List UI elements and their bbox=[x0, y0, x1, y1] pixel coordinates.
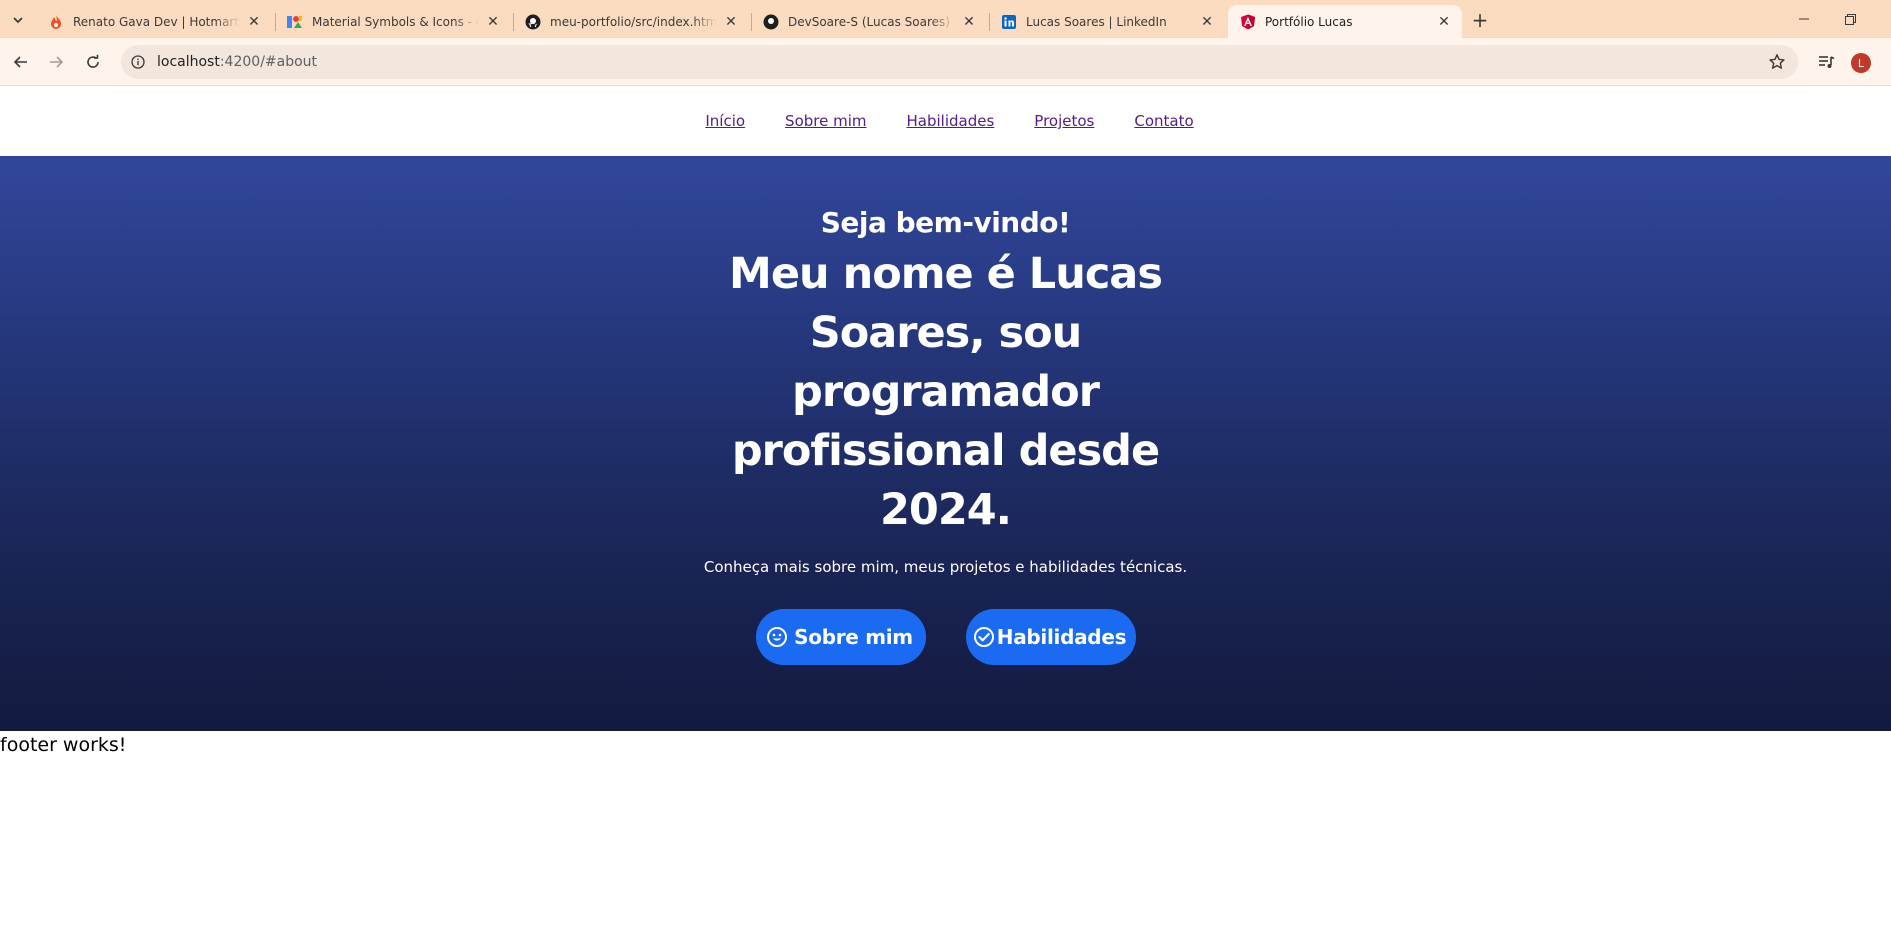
sobre-mim-button[interactable]: Sobre mim bbox=[755, 609, 926, 665]
media-controls-icon[interactable] bbox=[1815, 50, 1839, 74]
bookmark-star-icon[interactable] bbox=[1768, 53, 1786, 71]
tab-close-icon[interactable]: ✕ bbox=[1199, 14, 1215, 30]
reload-icon[interactable] bbox=[81, 50, 105, 74]
angular-icon bbox=[1240, 14, 1256, 30]
forward-arrow-icon[interactable] bbox=[44, 50, 68, 74]
nav-link-habilidades[interactable]: Habilidades bbox=[907, 112, 995, 130]
tab-strip: Renato Gava Dev | Hotmart Club ✕ Materia… bbox=[0, 0, 1891, 38]
url-host: localhost bbox=[157, 54, 220, 70]
browser-toolbar: localhost:4200/#about L bbox=[0, 38, 1891, 86]
github-icon bbox=[763, 14, 779, 30]
hero-section: Seja bem-vindo! Meu nome é Lucas Soares,… bbox=[0, 156, 1891, 731]
hero-welcome: Seja bem-vindo! bbox=[820, 206, 1071, 239]
back-arrow-icon[interactable] bbox=[9, 50, 33, 74]
hotmart-flame-icon bbox=[48, 14, 64, 30]
site-info-icon[interactable] bbox=[130, 54, 146, 70]
tab-title: Material Symbols & Icons - Google Fonts bbox=[312, 14, 479, 29]
page-viewport: Início Sobre mim Habilidades Projetos Co… bbox=[0, 86, 1891, 946]
github-icon bbox=[525, 14, 541, 30]
tab-close-icon[interactable]: ✕ bbox=[1436, 14, 1452, 30]
smiley-face-icon bbox=[766, 626, 788, 648]
hero-actions: Sobre mim Habilidades bbox=[755, 609, 1136, 665]
nav-link-projetos[interactable]: Projetos bbox=[1034, 112, 1094, 130]
tab-github-index[interactable]: meu-portfolio/src/index.html at main ✕ bbox=[513, 5, 749, 38]
tab-close-icon[interactable]: ✕ bbox=[961, 14, 977, 30]
nav-link-sobre-mim[interactable]: Sobre mim bbox=[785, 112, 866, 130]
habilidades-button-label: Habilidades bbox=[996, 625, 1127, 649]
check-circle-icon bbox=[973, 626, 995, 648]
hero-subtitle: Conheça mais sobre mim, meus projetos e … bbox=[703, 558, 1188, 576]
tab-linkedin[interactable]: Lucas Soares | LinkedIn ✕ bbox=[989, 5, 1225, 38]
habilidades-button[interactable]: Habilidades bbox=[965, 609, 1136, 665]
tab-material-symbols[interactable]: Material Symbols & Icons - Google Fonts … bbox=[275, 5, 511, 38]
nav-link-contato[interactable]: Contato bbox=[1134, 112, 1193, 130]
address-bar[interactable]: localhost:4200/#about bbox=[121, 45, 1798, 79]
tab-title: Renato Gava Dev | Hotmart Club bbox=[73, 14, 240, 29]
footer-text: footer works! bbox=[0, 734, 127, 756]
tab-close-icon[interactable]: ✕ bbox=[246, 14, 262, 30]
tab-title: meu-portfolio/src/index.html at main bbox=[550, 14, 717, 29]
tab-title: Portfólio Lucas bbox=[1265, 14, 1353, 29]
new-tab-plus-icon[interactable]: + bbox=[1468, 8, 1492, 32]
site-navigation: Início Sobre mim Habilidades Projetos Co… bbox=[0, 86, 1891, 156]
sobre-mim-button-label: Sobre mim bbox=[794, 625, 913, 649]
tab-hotmart[interactable]: Renato Gava Dev | Hotmart Club ✕ bbox=[36, 5, 272, 38]
linkedin-icon bbox=[1001, 14, 1017, 30]
tab-close-icon[interactable]: ✕ bbox=[723, 14, 739, 30]
hero-headline: Meu nome é Lucas Soares, sou programador… bbox=[729, 249, 1163, 535]
close-window-icon[interactable] bbox=[1845, 0, 1891, 38]
minimize-icon[interactable] bbox=[1781, 0, 1827, 38]
tab-close-icon[interactable]: ✕ bbox=[485, 14, 501, 30]
tab-portfolio[interactable]: Portfólio Lucas ✕ bbox=[1228, 5, 1462, 38]
nav-link-inicio[interactable]: Início bbox=[705, 112, 745, 130]
tab-github-profile[interactable]: DevSoare-S (Lucas Soares) ✕ bbox=[751, 5, 987, 38]
url-path: :4200/#about bbox=[219, 54, 318, 70]
tab-title: DevSoare-S (Lucas Soares) bbox=[788, 14, 950, 29]
profile-avatar[interactable]: L bbox=[1851, 53, 1871, 73]
tab-title: Lucas Soares | LinkedIn bbox=[1026, 14, 1167, 29]
address-url: localhost:4200/#about bbox=[157, 54, 317, 70]
tab-search-chevron-icon[interactable] bbox=[6, 8, 30, 32]
google-fonts-icon bbox=[287, 14, 303, 30]
